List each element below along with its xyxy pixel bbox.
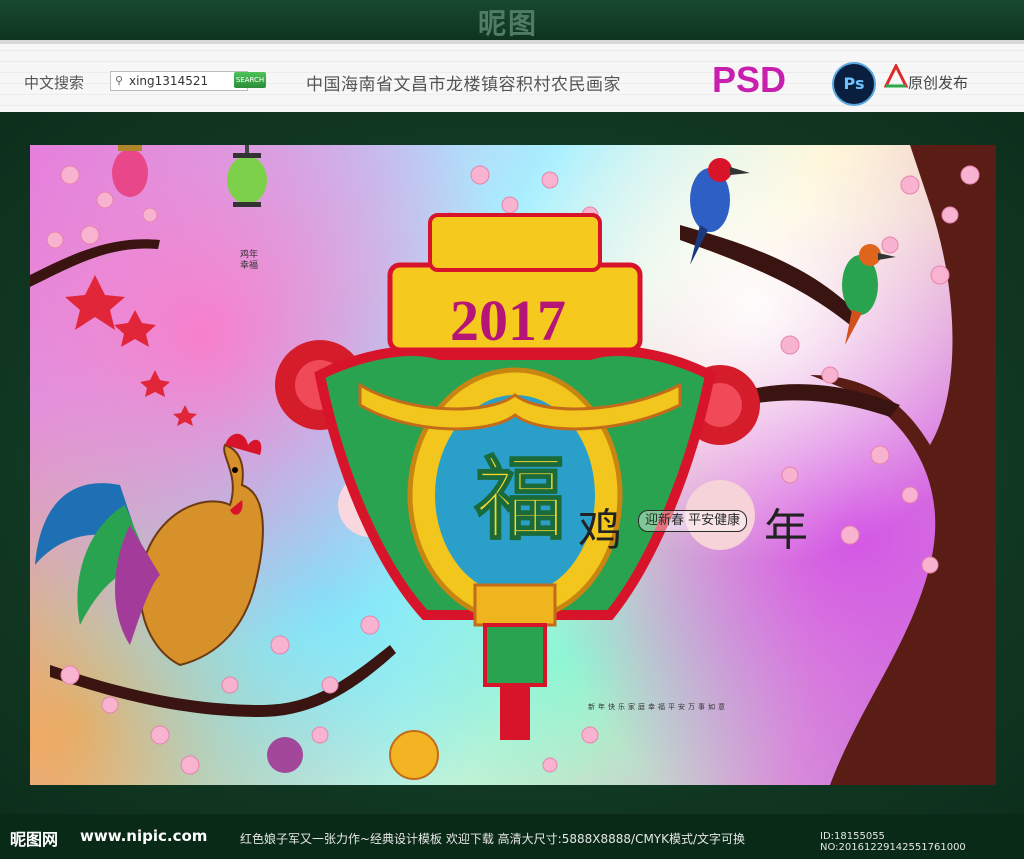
site-url[interactable]: www.nipic.com [80,827,207,845]
search-button[interactable]: SEARCH [234,72,266,88]
search-input[interactable]: ⚲ xing1314521 [110,71,248,91]
original-triangle-icon [884,64,908,88]
top-watermark: 昵图 [478,7,539,40]
nian-character: 年 [764,505,808,556]
vertical-blessing-text: 鸡年幸福 [240,250,259,271]
author-address: 中国海南省文昌市龙楼镇容积村农民画家 [306,75,621,95]
lantern-bottom-purple [267,737,303,773]
year-text: 2017 [450,288,566,353]
image-id-text: ID:18155055 NO:20161229142551761000 [820,831,966,853]
slogan-badge: 迎新春 平安健康 [638,510,748,532]
original-release-label: 原创发布 [908,74,969,92]
maple-leaves [65,275,197,426]
bird-right [842,244,896,345]
fu-character: 福 [474,446,565,552]
rooster [35,433,264,667]
search-input-value: xing1314521 [129,74,209,88]
small-blessing-line: 新年快乐家庭幸福平安万事如意 [588,703,728,711]
psd-format-label: PSD [712,59,787,100]
header-bar: 中文搜索 ⚲ xing1314521 SEARCH 中国海南省文昌市龙楼镇容积村… [0,40,1024,116]
search-icon: ⚲ [115,74,124,87]
tree-trunk-right [810,145,996,785]
search-label: 中文搜索 [24,74,85,92]
lantern-top-green [227,145,267,207]
lantern-top-left [112,145,148,197]
footer-bar: 昵图网 www.nipic.com 红色娘子军又一张力作~经典设计模板 欢迎下载… [0,814,1024,859]
footer-description: 红色娘子军又一张力作~经典设计模板 欢迎下载 高清大尺寸:5888X8888/C… [240,832,746,846]
photoshop-icon: Ps [832,62,876,106]
ji-character: 鸡 [578,505,622,556]
lantern-bottom-gold [389,730,439,780]
branch-upper [680,225,860,325]
poster-artwork: 2017 福 [30,145,996,785]
new-year-poster: 2017 福 鸡年幸福 [30,145,996,785]
nipic-logo: 昵图网 [10,830,59,849]
top-band: 昵图 [0,0,1024,40]
